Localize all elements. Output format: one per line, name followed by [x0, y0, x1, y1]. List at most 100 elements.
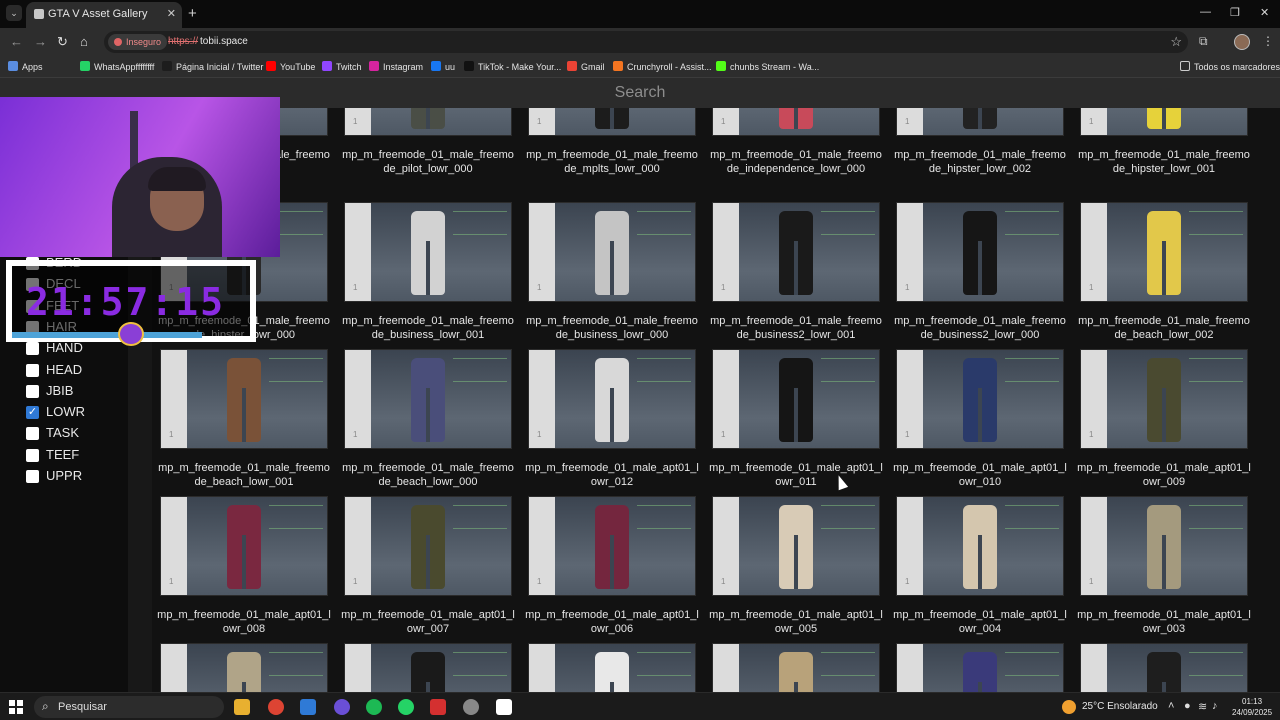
forward-icon[interactable]: → — [34, 34, 47, 49]
asset-thumbnail[interactable] — [528, 108, 696, 136]
viewer-panel — [161, 350, 187, 448]
home-icon[interactable]: ⌂ — [80, 34, 88, 49]
profile-avatar[interactable] — [1234, 34, 1250, 50]
filter-checkbox[interactable] — [26, 363, 39, 377]
asset-thumbnail[interactable] — [1080, 643, 1248, 692]
filter-checkbox[interactable] — [26, 448, 39, 462]
whatsapp-icon[interactable] — [398, 699, 414, 715]
viewer-stats — [637, 505, 691, 529]
streaming-app-icon[interactable] — [430, 699, 446, 715]
asset-thumbnail[interactable] — [160, 496, 328, 596]
bookmark-star-icon[interactable]: ☆ — [1170, 34, 1182, 50]
taskbar-search[interactable]: ⌕ Pesquisar — [34, 696, 224, 718]
asset-thumbnail[interactable] — [896, 202, 1064, 302]
viewer-panel — [1081, 644, 1107, 692]
bookmark-item[interactable]: YouTube — [266, 61, 315, 72]
asset-thumbnail[interactable] — [344, 496, 512, 596]
address-bar[interactable]: Inseguro https:// tobii.space ☆ — [104, 31, 1188, 53]
not-secure-badge[interactable]: Inseguro — [108, 34, 168, 50]
filter-label: TASK — [46, 425, 79, 441]
active-tab[interactable]: GTA V Asset Gallery ✕ — [26, 2, 182, 28]
back-icon[interactable]: ← — [10, 34, 23, 49]
bookmark-item[interactable]: WhatsAppffffffff — [80, 61, 154, 72]
bookmark-item[interactable]: TikTok - Make Your... — [464, 61, 561, 72]
notepad-icon[interactable] — [496, 699, 512, 715]
system-clock[interactable]: 01:13 24/09/2025 — [1232, 696, 1272, 718]
asset-thumbnail[interactable] — [712, 108, 880, 136]
bookmark-item[interactable]: Instagram — [369, 61, 423, 72]
bookmark-item[interactable]: Apps — [8, 61, 43, 72]
windows-start-icon[interactable] — [9, 700, 23, 714]
viewer-stats — [1005, 652, 1059, 676]
asset-thumbnail[interactable] — [344, 349, 512, 449]
messenger-icon[interactable] — [334, 699, 350, 715]
asset-thumbnail[interactable] — [528, 202, 696, 302]
asset-thumbnail[interactable] — [1080, 496, 1248, 596]
viewer-panel — [713, 203, 739, 301]
garment-preview — [963, 358, 997, 442]
bookmark-item[interactable]: Página Inicial / Twitter — [162, 61, 263, 72]
bookmark-item[interactable]: Crunchyroll - Assist... — [613, 61, 712, 72]
asset-thumbnail[interactable] — [1080, 108, 1248, 136]
asset-thumbnail[interactable] — [160, 349, 328, 449]
filter-checkbox[interactable] — [26, 427, 39, 441]
filter-checkbox[interactable]: ✓ — [26, 406, 39, 420]
asset-thumbnail[interactable] — [160, 643, 328, 692]
spotify-icon[interactable] — [366, 699, 382, 715]
close-window-icon[interactable]: ✕ — [1260, 6, 1269, 19]
asset-thumbnail[interactable] — [528, 643, 696, 692]
asset-thumbnail[interactable] — [712, 349, 880, 449]
volume-icon[interactable]: ♪ — [1212, 700, 1218, 712]
bookmark-item[interactable]: chunbs Stream - Wa... — [716, 61, 819, 72]
filter-checkbox[interactable] — [26, 384, 39, 398]
asset-thumbnail[interactable] — [896, 349, 1064, 449]
viewer-stats — [1005, 505, 1059, 529]
asset-thumbnail[interactable] — [1080, 349, 1248, 449]
close-tab-icon[interactable]: ✕ — [167, 7, 176, 20]
viewer-panel — [345, 350, 371, 448]
restore-icon[interactable]: ❐ — [1230, 6, 1240, 19]
viewer-stats — [821, 652, 875, 676]
viewer-stats — [1189, 358, 1243, 382]
menu-icon[interactable]: ⋮ — [1262, 34, 1274, 48]
viewer-panel — [897, 108, 923, 135]
tray-chevron-icon[interactable]: ˄ — [1168, 700, 1174, 712]
tab-search-button[interactable]: ⌄ — [6, 5, 22, 21]
asset-thumbnail[interactable] — [528, 349, 696, 449]
asset-thumbnail[interactable] — [528, 496, 696, 596]
bookmark-item[interactable]: Twitch — [322, 61, 362, 72]
filter-checkbox[interactable] — [26, 342, 39, 356]
mic-icon[interactable]: ● — [1184, 700, 1191, 712]
asset-thumbnail[interactable] — [712, 643, 880, 692]
asset-thumbnail[interactable] — [344, 108, 512, 136]
weather-sun-icon — [1062, 700, 1076, 714]
asset-thumbnail[interactable] — [344, 643, 512, 692]
weather-text[interactable]: 25°C Ensolarado — [1082, 701, 1158, 712]
filter-checkbox[interactable] — [26, 470, 39, 483]
minimize-icon[interactable]: — — [1200, 6, 1211, 18]
bookmark-item[interactable]: uu — [431, 61, 455, 72]
garment-preview — [963, 505, 997, 589]
bookmark-item[interactable]: Gmail — [567, 61, 605, 72]
reload-icon[interactable]: ↻ — [57, 34, 68, 50]
asset-thumbnail[interactable] — [896, 108, 1064, 136]
chrome-icon[interactable] — [268, 699, 284, 715]
extensions-icon[interactable]: ⧉ — [1199, 34, 1208, 49]
file-explorer-icon[interactable] — [234, 699, 250, 715]
asset-thumbnail[interactable] — [712, 202, 880, 302]
asset-thumbnail[interactable] — [1080, 202, 1248, 302]
asset-name: mp_m_freemode_01_male_freemode_business2… — [710, 315, 882, 341]
asset-thumbnail[interactable] — [896, 496, 1064, 596]
app-icon[interactable] — [300, 699, 316, 715]
bookmark-label: Crunchyroll - Assist... — [627, 62, 712, 72]
asset-thumbnail[interactable] — [712, 496, 880, 596]
asset-thumbnail[interactable] — [344, 202, 512, 302]
new-tab-button[interactable]: + — [188, 5, 197, 22]
asset-thumbnail[interactable] — [896, 643, 1064, 692]
asset-name: mp_m_freemode_01_male_freemode_business2… — [894, 315, 1066, 341]
viewer-panel — [1081, 203, 1107, 301]
all-bookmarks-folder[interactable]: Todos os marcadores — [1180, 61, 1280, 72]
obs-icon[interactable] — [463, 699, 479, 715]
viewer-stats — [637, 358, 691, 382]
wifi-icon[interactable]: ≋ — [1198, 700, 1207, 713]
